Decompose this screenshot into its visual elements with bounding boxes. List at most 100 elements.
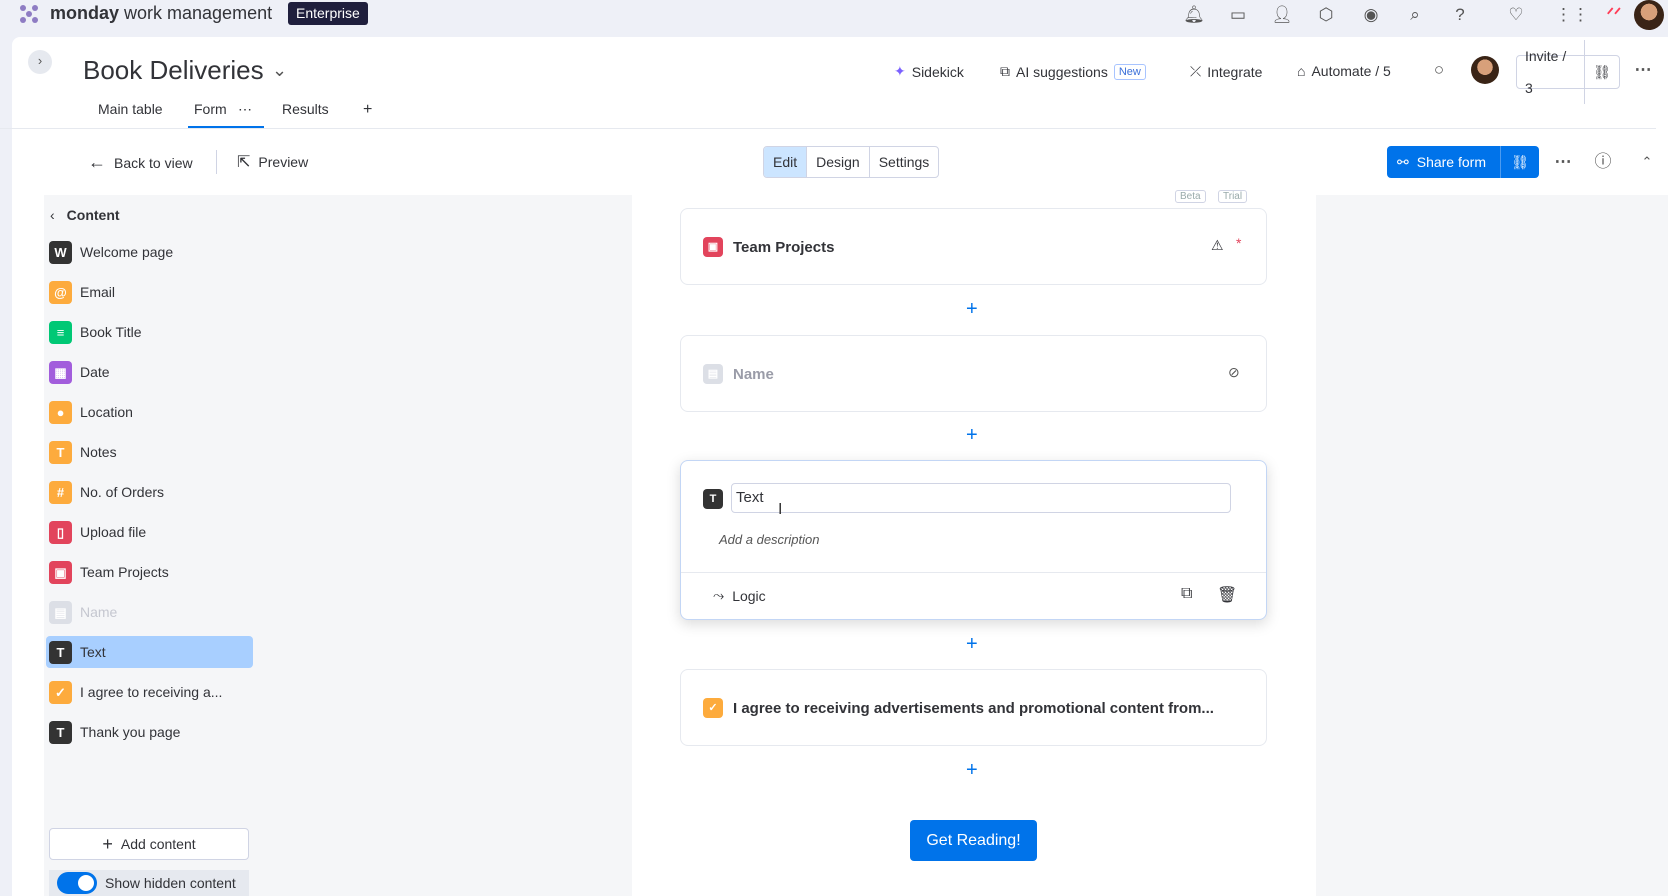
integrate-button[interactable]: ⤫ Integrate — [1190, 63, 1262, 80]
apps-icon[interactable]: ⬡ — [1315, 4, 1337, 26]
toolbar-divider — [216, 150, 217, 174]
required-asterisk: * — [1236, 235, 1242, 251]
question-card-text[interactable]: T Text I Add a description ⤳ Logic ⧉ 🗑︎ — [680, 460, 1267, 620]
sidebar-item-agree-checkbox[interactable]: ✓ I agree to receiving a... — [46, 676, 253, 708]
logic-button[interactable]: ⤳ Logic — [713, 587, 766, 604]
ai-icon[interactable]: ◉ — [1360, 4, 1382, 26]
integrate-icon: ⤫ — [1190, 63, 1202, 79]
more-options-icon[interactable]: ⋯ — [1632, 59, 1654, 81]
chevron-down-icon[interactable]: ⌄ — [272, 60, 287, 81]
tab-more-icon[interactable]: ⋯ — [238, 101, 252, 118]
submit-button[interactable]: Get Reading! — [910, 820, 1037, 861]
avatar[interactable] — [1634, 0, 1664, 30]
invite-button[interactable]: Invite / 3 ⛓ — [1516, 40, 1620, 104]
beta-badge: Beta — [1175, 190, 1206, 203]
inbox-icon[interactable]: ▭ — [1227, 4, 1249, 26]
duplicate-icon[interactable]: ⧉ — [1181, 585, 1192, 603]
add-question-button[interactable]: + — [966, 759, 978, 782]
calendar-icon: ▦ — [49, 360, 72, 384]
checkbox-icon: ✓ — [49, 680, 72, 704]
add-question-button[interactable]: + — [966, 424, 978, 447]
copy-link-icon[interactable]: ⛓ — [1500, 146, 1539, 178]
sidebar-item-location[interactable]: ● Location — [46, 396, 253, 428]
sidebar-item-name[interactable]: ▤ Name — [46, 596, 253, 628]
help-icon[interactable]: ? — [1449, 4, 1471, 26]
welcome-icon: W — [49, 240, 72, 264]
question-title-input[interactable]: Text — [731, 483, 1231, 513]
automate-button[interactable]: ⌂ Automate / 5 — [1297, 63, 1391, 79]
sidebar-item-upload-file[interactable]: ▯ Upload file — [46, 516, 253, 548]
thank-you-icon: T — [49, 720, 72, 744]
collapse-header-icon[interactable]: ⌃ — [1636, 151, 1658, 173]
sidekick-button[interactable]: ✦ Sidekick — [894, 63, 964, 80]
content-heading[interactable]: ‹ Content — [50, 207, 120, 223]
preview-button[interactable]: ⇱ Preview — [237, 152, 308, 172]
text-icon: T — [703, 489, 723, 509]
external-link-icon: ⇱ — [237, 154, 251, 171]
invite-members-icon[interactable]: 👤︎ — [1271, 4, 1293, 26]
board-title[interactable]: Book Deliveries — [83, 55, 264, 86]
add-view-icon[interactable]: + — [363, 101, 372, 119]
numbers-icon: # — [49, 480, 72, 504]
tab-form[interactable]: Form — [194, 101, 227, 117]
plan-badge: Enterprise — [288, 2, 368, 25]
add-question-button[interactable]: + — [966, 633, 978, 656]
sidebar-item-email[interactable]: @ Email — [46, 276, 253, 308]
search-icon[interactable]: ⌕ — [1404, 4, 1426, 26]
owner-avatar[interactable] — [1471, 56, 1499, 84]
question-card-name[interactable]: ▤ Name ⊘ — [680, 335, 1267, 412]
ai-suggestions-button[interactable]: ⧉ AI suggestions New — [1000, 63, 1146, 80]
description-field[interactable]: Add a description — [719, 532, 819, 547]
plus-icon: + — [102, 833, 113, 854]
info-icon[interactable]: ⓘ — [1592, 151, 1614, 173]
bell-icon[interactable]: 🔔︎ — [1183, 4, 1205, 26]
toolbar-more-icon[interactable]: ⋯ — [1552, 151, 1574, 173]
text-icon: T — [49, 640, 72, 664]
add-question-button[interactable]: + — [966, 298, 978, 321]
ai-suggestions-icon: ⧉ — [1000, 63, 1010, 79]
expand-sidebar-button[interactable]: › — [28, 50, 52, 74]
location-pin-icon: ● — [49, 400, 72, 424]
warning-icon: ⚠ — [1211, 237, 1224, 253]
chevron-left-icon: ‹ — [50, 207, 55, 223]
add-content-button[interactable]: + Add content — [49, 828, 249, 860]
back-to-view-button[interactable]: ← Back to view — [88, 152, 193, 173]
new-badge: New — [1113, 63, 1146, 80]
question-card-agree[interactable]: ✓ I agree to receiving advertisements an… — [680, 669, 1267, 746]
logic-icon: ⤳ — [713, 587, 725, 603]
heart-icon[interactable]: ♡ — [1505, 4, 1527, 26]
sidebar-item-welcome-page[interactable]: W Welcome page — [46, 236, 253, 268]
mode-design[interactable]: Design — [807, 147, 870, 177]
question-card-team-projects[interactable]: ▣ Team Projects ⚠ * — [680, 208, 1267, 285]
brand-name: monday work management — [50, 3, 273, 23]
sidebar-item-notes[interactable]: T Notes — [46, 436, 253, 468]
mode-edit[interactable]: Edit — [764, 147, 808, 177]
sidebar-item-team-projects[interactable]: ▣ Team Projects — [46, 556, 253, 588]
email-icon: @ — [49, 280, 72, 304]
sidebar-item-text[interactable]: T Text — [46, 636, 253, 668]
monday-apps-icon[interactable]: ᐟᐟ — [1603, 4, 1625, 26]
sidebar-item-no-of-orders[interactable]: # No. of Orders — [46, 476, 253, 508]
checkbox-icon: ✓ — [703, 698, 723, 718]
monday-logo-icon[interactable] — [16, 2, 42, 26]
connect-boards-icon: ▣ — [49, 560, 72, 584]
chat-icon[interactable]: ○ — [1428, 59, 1450, 81]
sidebar-item-book-title[interactable]: ≡ Book Title — [46, 316, 253, 348]
share-form-button[interactable]: ⚯ Share form ⛓ — [1387, 146, 1539, 178]
show-hidden-toggle[interactable] — [57, 872, 97, 894]
name-column-icon: ▤ — [49, 600, 72, 624]
sidebar-item-thank-you-page[interactable]: T Thank you page — [46, 716, 253, 748]
link-icon[interactable]: ⛓ — [1585, 64, 1619, 81]
hidden-eye-icon[interactable]: ⊘ — [1228, 364, 1240, 381]
sidebar-item-date[interactable]: ▦ Date — [46, 356, 253, 388]
robot-icon: ⌂ — [1297, 63, 1306, 79]
mode-settings[interactable]: Settings — [870, 147, 939, 177]
arrow-left-icon: ← — [88, 152, 106, 172]
trash-icon[interactable]: 🗑︎ — [1217, 585, 1237, 605]
show-hidden-content-row: Show hidden content — [49, 870, 249, 896]
tab-main-table[interactable]: Main table — [98, 101, 163, 117]
grid-icon[interactable]: ⋮⋮ — [1555, 4, 1589, 26]
sparkle-icon: ✦ — [894, 63, 906, 79]
text-cursor-icon: I — [778, 501, 783, 518]
tab-results[interactable]: Results — [282, 101, 329, 117]
